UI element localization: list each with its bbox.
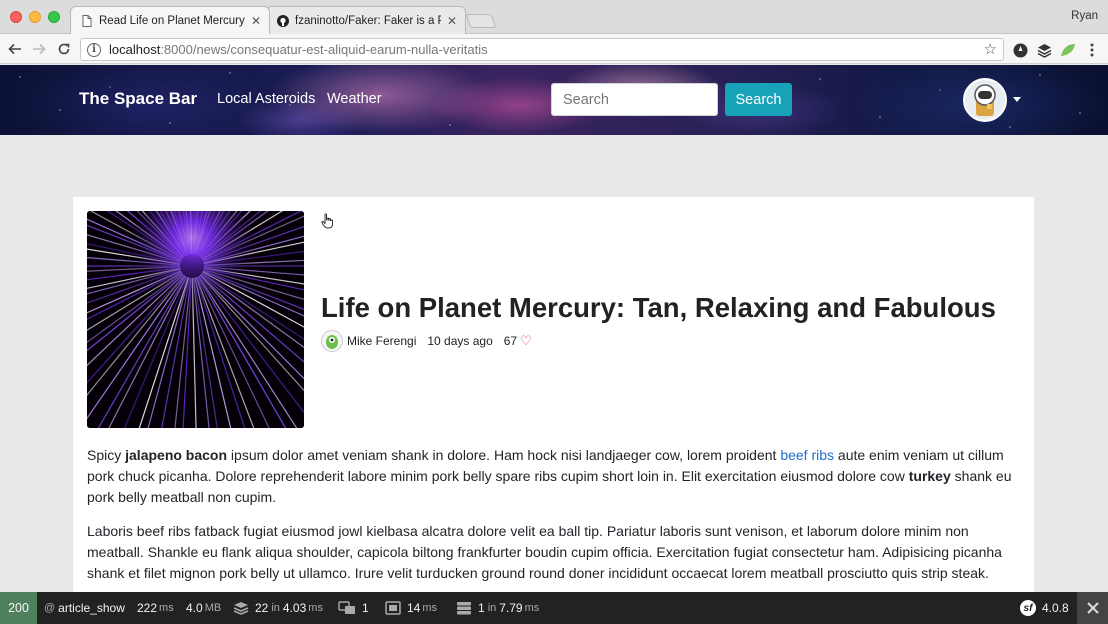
article-card: Life on Planet Mercury: Tan, Relaxing an…	[73, 197, 1034, 597]
menu-icon[interactable]	[1084, 42, 1100, 58]
db-query-count: 22	[255, 601, 269, 615]
github-icon	[277, 14, 289, 27]
minimize-window-button[interactable]	[29, 11, 41, 23]
author-avatar	[321, 330, 343, 352]
url-host: localhost	[109, 42, 161, 57]
address-bar[interactable]: i localhost:8000/news/consequatur-est-al…	[80, 38, 1004, 61]
article-paragraph-1: Spicy jalapeno bacon ipsum dolor amet ve…	[87, 445, 1023, 508]
article-meta: Mike Ferengi 10 days ago 67 ♡	[321, 330, 532, 352]
close-window-button[interactable]	[10, 11, 22, 23]
symfony-version: 4.0.8	[1042, 601, 1069, 615]
db-in-label: in	[271, 602, 280, 614]
user-avatar[interactable]	[963, 78, 1007, 122]
database-icon	[233, 601, 249, 615]
text-run: ipsum dolor amet veniam shank in dolore.…	[227, 447, 781, 463]
browser-titlebar: Read Life on Planet Mercury: T ✕ fzanino…	[0, 0, 1108, 34]
mouse-cursor-icon	[321, 213, 335, 234]
render-time: 14	[407, 601, 421, 615]
db-time-unit: ms	[308, 602, 323, 614]
tab-title: Read Life on Planet Mercury: T	[99, 14, 245, 27]
memory-unit: MB	[204, 602, 222, 614]
memory-panel[interactable]: 4.0 MB	[186, 592, 221, 624]
back-icon[interactable]	[6, 40, 24, 58]
symfony-logo-icon: sf	[1020, 600, 1036, 616]
leaf-extension-icon[interactable]	[1060, 42, 1076, 58]
render-time-unit: ms	[422, 602, 438, 614]
nav-local-asteroids[interactable]: Local Asteroids	[217, 91, 315, 107]
author-name: Mike Ferengi	[347, 334, 417, 348]
forward-icon[interactable]	[30, 40, 48, 58]
tab-title: fzaninotto/Faker: Faker is a PH	[295, 14, 441, 27]
new-tab-button[interactable]	[465, 14, 497, 28]
profile-name[interactable]: Ryan	[1071, 10, 1098, 22]
bold-text: jalapeno bacon	[125, 447, 228, 463]
translation-count: 1	[362, 601, 369, 615]
close-tab-icon[interactable]: ✕	[447, 14, 457, 28]
template-icon	[385, 601, 401, 615]
memory-value: 4.0	[186, 601, 203, 615]
starburst-image	[87, 211, 304, 428]
route-panel[interactable]: @ article_show	[44, 592, 125, 624]
close-icon	[1086, 602, 1099, 614]
article-image	[87, 211, 304, 428]
cache-time: 7.79	[499, 601, 523, 615]
twig-panel[interactable]: 14 ms	[385, 592, 437, 624]
cache-in-label: in	[487, 602, 497, 614]
heart-count: 67	[503, 334, 518, 348]
db-time: 4.03	[282, 601, 307, 615]
article-title: Life on Planet Mercury: Tan, Relaxing an…	[321, 292, 996, 323]
heart-icon[interactable]: ♡	[520, 333, 532, 349]
beef-ribs-link[interactable]: beef ribs	[780, 447, 834, 463]
reload-icon[interactable]	[55, 40, 73, 58]
search-input[interactable]	[551, 83, 718, 116]
document-icon	[81, 14, 93, 27]
translation-icon	[338, 601, 356, 615]
time-value: 222	[137, 601, 158, 615]
browser-toolbar: i localhost:8000/news/consequatur-est-al…	[0, 34, 1108, 64]
time-panel[interactable]: 222 ms	[137, 592, 174, 624]
tab-article[interactable]: Read Life on Planet Mercury: T ✕	[70, 6, 270, 34]
route-name: article_show	[58, 601, 125, 615]
site-info-icon[interactable]: i	[87, 42, 101, 57]
text-run: Spicy	[87, 447, 126, 463]
bold-text: turkey	[908, 468, 951, 484]
maximize-window-button[interactable]	[48, 11, 60, 23]
tab-faker[interactable]: fzaninotto/Faker: Faker is a PH ✕	[266, 6, 466, 34]
nav-weather[interactable]: Weather	[327, 91, 382, 107]
url-path: :8000/news/consequatur-est-aliquid-earum…	[160, 42, 488, 57]
brand-link[interactable]: The Space Bar	[79, 89, 197, 109]
status-code[interactable]: 200	[0, 592, 37, 624]
search-button[interactable]: Search	[725, 83, 792, 116]
chevron-down-icon[interactable]	[1013, 97, 1021, 102]
database-panel[interactable]: 22 in 4.03 ms	[233, 592, 323, 624]
cache-time-unit: ms	[524, 602, 540, 614]
extension-icon[interactable]	[1012, 42, 1028, 58]
cache-icon	[456, 601, 472, 615]
close-tab-icon[interactable]: ✕	[251, 14, 261, 28]
cache-panel[interactable]: 1 in 7.79 ms	[456, 592, 539, 624]
site-header: The Space Bar Local Asteroids Weather Se…	[0, 65, 1108, 135]
time-unit: ms	[159, 602, 174, 614]
debug-toolbar: 200 @ article_show 222 ms 4.0 MB 22 in 4.0…	[0, 592, 1108, 624]
translation-panel[interactable]: 1	[338, 592, 369, 624]
published-date: 10 days ago	[427, 334, 493, 348]
article-paragraph-2: Laboris beef ribs fatback fugiat eiusmod…	[87, 523, 1002, 581]
route-prefix: @	[44, 602, 56, 614]
bookmark-star-icon[interactable]: ☆	[984, 40, 997, 58]
status-code-value: 200	[8, 601, 29, 615]
cache-calls: 1	[478, 601, 485, 615]
close-toolbar-button[interactable]	[1077, 592, 1108, 624]
symfony-panel[interactable]: sf 4.0.8	[1020, 592, 1069, 624]
layers-extension-icon[interactable]	[1036, 42, 1052, 58]
